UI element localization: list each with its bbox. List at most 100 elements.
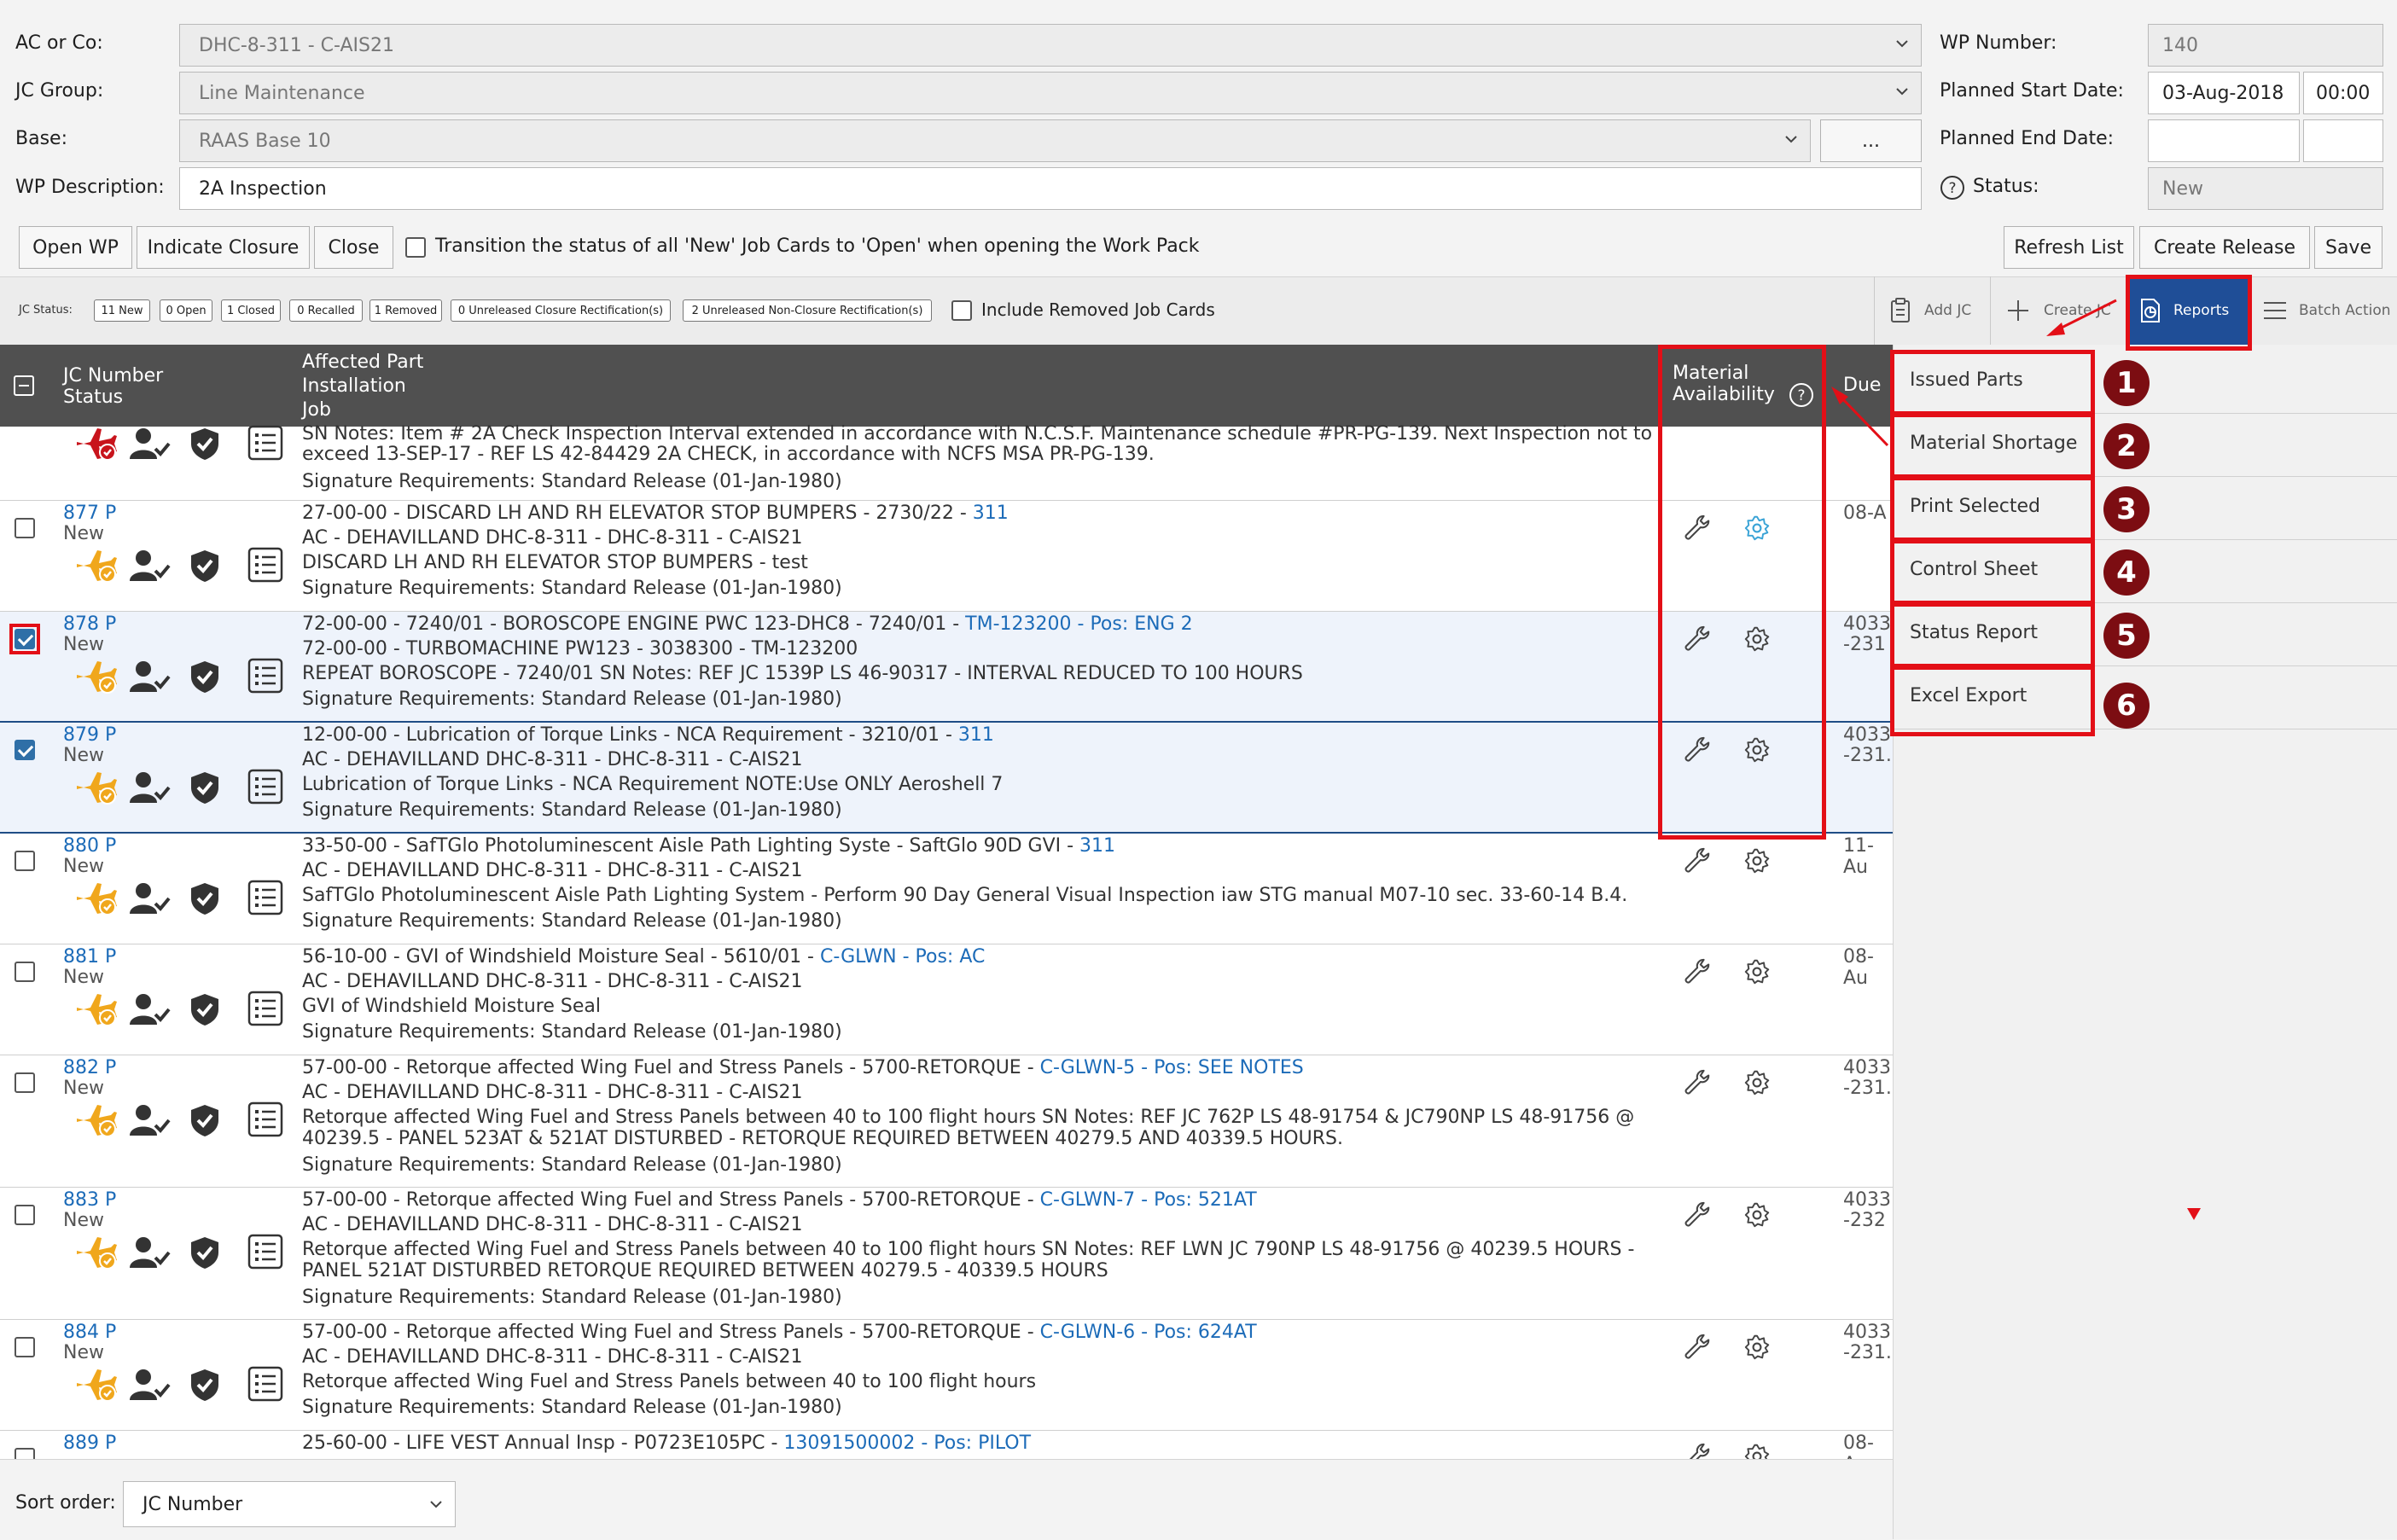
base-lookup-button[interactable]: ... [1820, 119, 1922, 162]
affected-part-link[interactable]: TM-123200 - Pos: ENG 2 [965, 613, 1192, 635]
affected-part-link[interactable]: 311 [973, 503, 1009, 524]
gear-icon[interactable] [1744, 1334, 1770, 1365]
affected-part-link[interactable]: C-GLWN-6 - Pos: 624AT [1040, 1322, 1257, 1343]
planned-start-time-input[interactable]: 00:00 [2303, 72, 2383, 114]
create-jc-button[interactable]: Create JC [1990, 276, 2126, 345]
header-status[interactable]: Status [63, 385, 123, 410]
aircraft-status-icon[interactable] [73, 660, 118, 699]
task-list-icon[interactable] [247, 991, 283, 1032]
batch-action-button[interactable]: Batch Action [2249, 276, 2397, 345]
base-select[interactable]: RAAS Base 10 [179, 119, 1811, 162]
planned-start-date-input[interactable]: 03-Aug-2018 [2148, 72, 2300, 114]
affected-part-link[interactable]: C-GLWN - Pos: AC [820, 946, 985, 968]
planned-end-date-input[interactable] [2148, 119, 2300, 162]
task-list-icon[interactable] [247, 880, 283, 921]
jc-number-link[interactable]: 881 P [63, 946, 116, 968]
gear-icon[interactable] [1744, 1070, 1770, 1101]
jc-number-link[interactable]: 889 P [63, 1432, 116, 1454]
jc-number-link[interactable]: 880 P [63, 835, 116, 857]
aircraft-status-icon[interactable] [73, 1368, 118, 1407]
affected-part-link[interactable]: 311 [1079, 835, 1115, 857]
wrench-icon[interactable] [1684, 847, 1712, 880]
table-row[interactable]: 884 P New 57-00-00 - Retorque affected Win… [0, 1320, 1894, 1431]
include-removed-checkbox[interactable] [951, 300, 972, 321]
refresh-list-button[interactable]: Refresh List [2004, 226, 2134, 269]
aircraft-status-icon[interactable] [73, 1103, 118, 1142]
release-shield-icon[interactable] [189, 427, 220, 466]
wp-description-input[interactable]: 2A Inspection [179, 167, 1922, 210]
release-shield-icon[interactable] [189, 1103, 220, 1142]
release-shield-icon[interactable] [189, 881, 220, 921]
affected-part-link[interactable]: C-GLWN-5 - Pos: SEE NOTES [1040, 1057, 1304, 1078]
row-select-checkbox[interactable] [15, 518, 35, 538]
assignee-check-icon[interactable] [128, 992, 171, 1032]
aircraft-status-icon[interactable] [73, 1235, 118, 1275]
status-badge-recalled[interactable]: 0 Recalled [289, 299, 363, 322]
row-select-checkbox[interactable] [15, 962, 35, 982]
aircraft-status-icon[interactable] [73, 770, 118, 810]
wrench-icon[interactable] [1684, 1334, 1712, 1366]
jc-number-link[interactable]: 884 P [63, 1322, 116, 1343]
row-select-checkbox[interactable] [15, 1205, 35, 1225]
planned-end-time-input[interactable] [2303, 119, 2383, 162]
create-release-button[interactable]: Create Release [2139, 226, 2310, 269]
row-select-checkbox[interactable] [15, 851, 35, 871]
task-list-icon[interactable] [247, 1101, 283, 1142]
release-shield-icon[interactable] [189, 770, 220, 810]
task-list-icon[interactable] [247, 1366, 283, 1407]
jc-number-link[interactable]: 878 P [63, 613, 116, 635]
gear-icon[interactable] [1744, 1202, 1770, 1233]
aircraft-status-icon[interactable] [73, 992, 118, 1032]
jc-number-link[interactable]: 877 P [63, 503, 116, 524]
status-badge-unreleased-closure[interactable]: 0 Unreleased Closure Rectification(s) [451, 299, 671, 322]
row-select-checkbox[interactable] [15, 1337, 35, 1357]
gear-icon[interactable] [1744, 848, 1770, 879]
task-list-icon[interactable] [247, 547, 283, 588]
status-badge-closed[interactable]: 1 Closed [221, 299, 281, 322]
release-shield-icon[interactable] [189, 1368, 220, 1407]
table-row[interactable]: 882 P New 57-00-00 - Retorque affected Win… [0, 1055, 1894, 1188]
header-affected-part[interactable]: Affected Part [302, 350, 423, 375]
task-list-icon[interactable] [247, 658, 283, 699]
aircraft-status-icon[interactable] [73, 881, 118, 921]
affected-part-link[interactable]: 13091500002 - Pos: PILOT [783, 1432, 1031, 1454]
scroll-down-arrow-icon[interactable] [2185, 1205, 2202, 1222]
task-list-icon[interactable] [247, 769, 283, 810]
assignee-check-icon[interactable] [128, 770, 171, 810]
row-select-checkbox[interactable] [15, 1072, 35, 1093]
assignee-check-icon[interactable] [128, 1235, 171, 1275]
header-job[interactable]: Job [302, 398, 331, 422]
table-row[interactable]: 879 P New 12-00-00 - Lubrication of Torque… [0, 723, 1894, 834]
jc-number-link[interactable]: 879 P [63, 724, 116, 746]
status-badge-removed[interactable]: 1 Removed [369, 299, 442, 322]
table-row[interactable]: 877 P New 27-00-00 - DISCARD LH AND RH ELE… [0, 501, 1894, 612]
jc-number-link[interactable]: 883 P [63, 1189, 116, 1211]
table-row[interactable]: 883 P New 57-00-00 - Retorque affected Win… [0, 1188, 1894, 1320]
status-badge-open[interactable]: 0 Open [160, 299, 212, 322]
task-list-icon[interactable] [247, 1234, 283, 1275]
sort-order-select[interactable]: JC Number [123, 1481, 456, 1527]
save-button[interactable]: Save [2314, 226, 2382, 269]
add-jc-button[interactable]: Add JC [1874, 276, 1990, 345]
jc-group-select[interactable]: Line Maintenance [179, 72, 1922, 114]
assignee-check-icon[interactable] [128, 1368, 171, 1407]
table-row[interactable]: 881 P New 56-10-00 - GVI of Windshield Moi… [0, 944, 1894, 1055]
row-select-checkbox[interactable] [15, 740, 35, 760]
wrench-icon[interactable] [1684, 958, 1712, 991]
affected-part-link[interactable]: C-GLWN-7 - Pos: 521AT [1040, 1189, 1257, 1211]
close-button[interactable]: Close [314, 226, 393, 269]
assignee-check-icon[interactable] [128, 660, 171, 699]
affected-part-link[interactable]: 311 [958, 724, 994, 746]
release-shield-icon[interactable] [189, 660, 220, 699]
assignee-check-icon[interactable] [128, 549, 171, 588]
status-badge-unreleased-non-closure[interactable]: 2 Unreleased Non-Closure Rectification(s… [683, 299, 932, 322]
gear-icon[interactable] [1744, 959, 1770, 990]
release-shield-icon[interactable] [189, 549, 220, 588]
header-due[interactable]: Due [1843, 373, 1881, 398]
assignee-check-icon[interactable] [128, 1103, 171, 1142]
aircraft-status-icon[interactable] [73, 427, 118, 466]
help-icon[interactable]: ? [1940, 175, 1965, 200]
assignee-check-icon[interactable] [128, 881, 171, 921]
indicate-closure-button[interactable]: Indicate Closure [137, 226, 310, 269]
wrench-icon[interactable] [1684, 1201, 1712, 1234]
